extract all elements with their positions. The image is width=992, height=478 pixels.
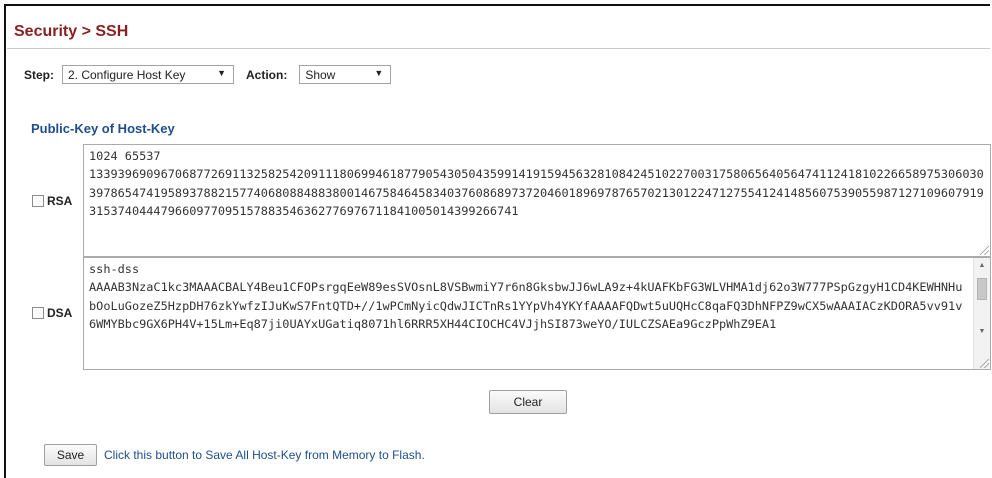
dsa-key-textarea[interactable]: ssh-dss AAAAB3NzaC1kc3MAAACBALY4Beu1CFOP… [83, 257, 991, 370]
action-label: Action: [246, 67, 288, 82]
step-action-bar: Step: 2. Configure Host Key ▼ Action: Sh… [24, 64, 392, 85]
scroll-thumb[interactable] [977, 278, 987, 300]
rsa-checkbox[interactable] [32, 195, 44, 207]
action-select-value: Show [305, 67, 336, 82]
rsa-row: RSA [32, 194, 72, 208]
resize-handle-icon[interactable] [980, 246, 989, 255]
chevron-down-icon: ▼ [217, 68, 226, 78]
dsa-scrollbar[interactable]: ▲ ▼ [973, 258, 990, 369]
save-hint-text: Click this button to Save All Host-Key f… [104, 448, 425, 462]
scroll-down-arrow-icon[interactable]: ▼ [974, 324, 990, 338]
dsa-key-text: ssh-dss AAAAB3NzaC1kc3MAAACBALY4Beu1CFOP… [89, 262, 963, 332]
step-select-value: 2. Configure Host Key [68, 67, 186, 82]
dsa-row: DSA [32, 306, 72, 320]
scroll-up-arrow-icon[interactable]: ▲ [974, 258, 990, 272]
chevron-down-icon: ▼ [374, 68, 384, 78]
clear-button[interactable]: Clear [489, 390, 567, 414]
step-select[interactable]: 2. Configure Host Key ▼ [62, 65, 234, 84]
dsa-label: DSA [47, 306, 73, 320]
resize-handle-icon[interactable] [980, 359, 989, 368]
action-select[interactable]: Show ▼ [299, 65, 392, 84]
rsa-key-textarea[interactable]: 1024 65537 13393969096706877269113258254… [83, 144, 991, 257]
dsa-checkbox[interactable] [32, 307, 44, 319]
section-title: Public-Key of Host-Key [31, 121, 175, 136]
save-button[interactable]: Save [44, 444, 97, 466]
rsa-key-text: 1024 65537 13393969096706877269113258254… [89, 149, 984, 219]
page-title: Security > SSH [14, 23, 129, 40]
title-divider [7, 48, 990, 49]
rsa-label: RSA [47, 194, 73, 208]
step-label: Step: [24, 67, 54, 82]
